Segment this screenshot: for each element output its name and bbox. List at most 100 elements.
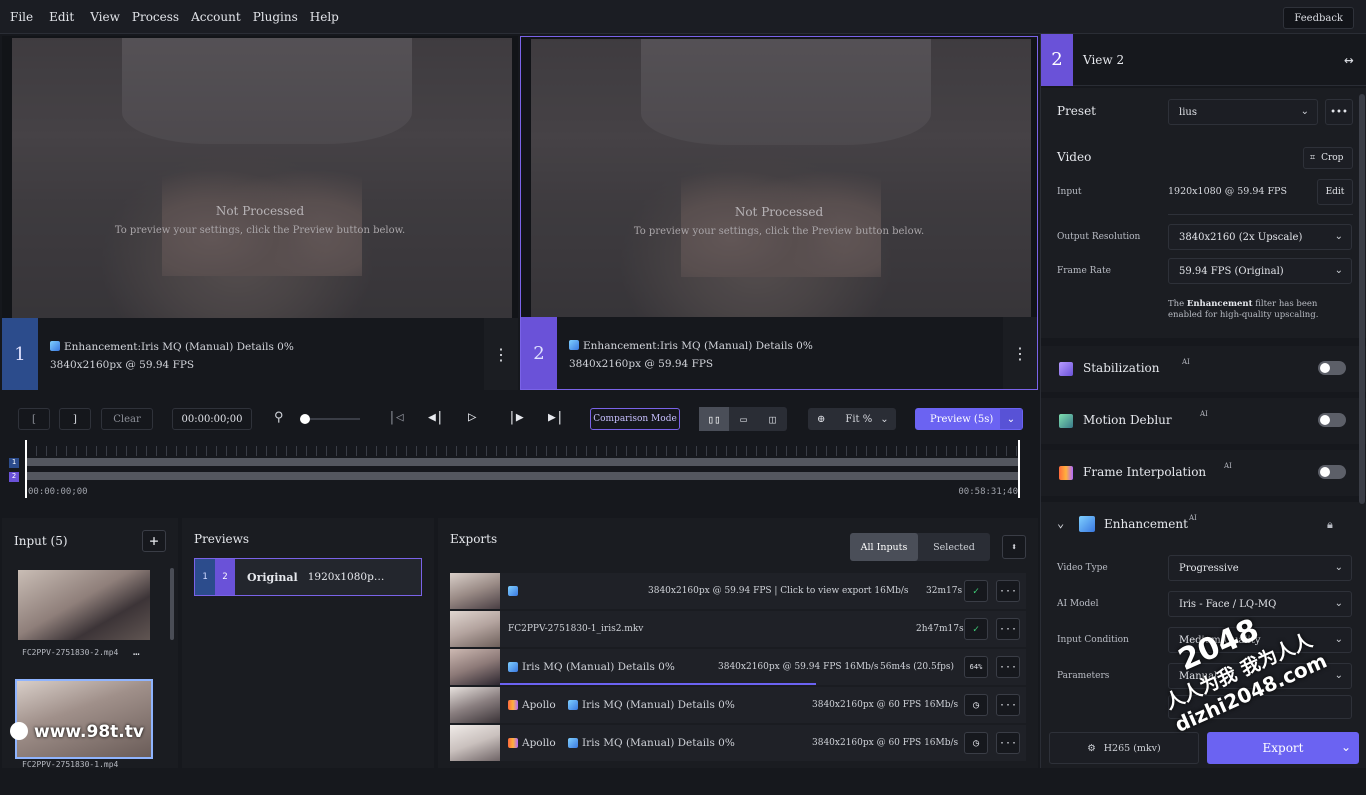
enhancement-icon [568,700,578,710]
timecode-field[interactable]: 00:00:00;00 [172,408,252,430]
input-title: Input (5) [14,534,68,548]
more-icon[interactable]: ··· [996,656,1020,678]
export-meta: 3840x2160px @ 60 FPS 16Mb/s [812,700,959,710]
export-time: 2h47m17s [916,624,964,634]
export-row[interactable]: FC2PPV-2751830-1_iris2.mkv 2h47m17s ✓ ··… [450,611,1026,647]
input-value: 1920x1080 @ 59.94 FPS [1168,186,1287,197]
preset-select[interactable]: lius ⌄ [1168,99,1318,125]
export-thumbnail [450,725,500,761]
menu-edit[interactable]: Edit [49,10,74,24]
more-icon[interactable]: ··· [996,618,1020,640]
more-icon[interactable]: ··· [996,580,1020,602]
export-row[interactable]: Iris MQ (Manual) Details 0% 3840x2160px … [450,649,1026,685]
all-inputs-tab[interactable]: All Inputs [850,533,918,561]
side-by-side-icon[interactable]: ▯▯ [699,407,729,431]
menu-plugins[interactable]: Plugins [253,10,298,24]
export-row[interactable]: Apollo Iris MQ (Manual) Details 0% 3840x… [450,687,1026,723]
track-2-badge: 2 [9,472,19,482]
done-check-icon[interactable]: ✓ [964,618,988,640]
frame-rate-select[interactable]: 59.94 FPS (Original) ⌄ [1168,258,1352,284]
zoom-slider[interactable] [300,414,360,424]
mark-out-button[interactable]: ] [59,408,91,430]
stabilization-icon [1059,362,1073,376]
stabilization-toggle[interactable] [1318,361,1346,375]
more-icon[interactable]: ··· [996,694,1020,716]
fit-zoom-select[interactable]: ⊕ Fit % ⌄ [808,408,896,430]
timeline[interactable]: 1 2 00:00:00;00 00:58:31;40 [8,440,1024,502]
menu-bar: File Edit View Process Account Plugins H… [0,0,1366,34]
more-icon[interactable]: ⋮ [484,318,518,390]
swap-icon[interactable]: ↔ [1344,50,1366,69]
previews-panel: Previews 1 2 Original 1920x1080p… [182,518,434,768]
skip-start-icon[interactable]: |◁ [388,410,404,425]
mark-in-button[interactable]: [ [18,408,50,430]
menu-file[interactable]: File [10,10,33,24]
single-view-icon[interactable]: ▭ [729,407,758,431]
preview-button[interactable]: Preview (5s) ⌄ [915,408,1023,430]
video-type-select[interactable]: Progressive ⌄ [1168,555,1352,581]
step-back-icon[interactable]: ◀| [428,410,444,425]
view-number: 2 [521,317,557,389]
comparison-mode-button[interactable]: Comparison Mode [590,408,680,430]
scrollbar[interactable] [170,568,174,640]
export-thumbnail [450,611,500,647]
more-icon[interactable]: ··· [996,732,1020,754]
step-forward-icon[interactable]: |▶ [508,410,524,425]
chevron-down-icon: ⌄ [880,413,889,425]
done-check-icon[interactable]: ✓ [964,580,988,602]
not-processed-label: Not Processed [734,205,824,219]
frame-interpolation-label: Frame Interpolation [1083,465,1207,479]
menu-help[interactable]: Help [310,10,339,24]
zoom-icon[interactable]: ⚲ [274,410,284,425]
output-resolution-select[interactable]: 3840x2160 (2x Upscale) ⌄ [1168,224,1352,250]
clear-button[interactable]: Clear [101,408,153,430]
filter-label: Enhancement:Iris MQ (Manual) Details 0% [583,340,813,352]
selected-tab[interactable]: Selected [918,533,990,561]
chevron-down-icon[interactable]: ⌄ [1000,409,1022,429]
input-thumbnail-selected[interactable] [15,679,153,759]
track-1[interactable] [26,458,1020,466]
codec-button[interactable]: ⚙ H265 (mkv) [1049,732,1199,764]
view-1[interactable]: Not Processed To preview your settings, … [2,36,518,390]
export-row[interactable]: 3840x2160px @ 59.94 FPS | Click to view … [450,573,1026,609]
enhancement-icon [50,341,60,351]
chevron-down-icon: ⌄ [1300,106,1309,117]
chevron-down-icon[interactable]: ⌄ [1341,740,1351,754]
motion-deblur-toggle[interactable] [1318,413,1346,427]
preview-item-label: Original [247,570,298,584]
previews-title: Previews [194,532,250,546]
preview-item[interactable]: 1 2 Original 1920x1080p… [194,558,422,596]
sort-icon[interactable]: ⬍ [1002,535,1026,559]
crop-button[interactable]: ⌗ Crop [1303,147,1353,169]
apollo-icon [508,738,518,748]
view-2[interactable]: Not Processed To preview your settings, … [520,36,1038,390]
input-thumbnail[interactable] [18,570,150,640]
menu-process[interactable]: Process [132,10,179,24]
chevron-down-icon[interactable]: ⌄ [1057,516,1064,530]
preset-more-button[interactable]: ••• [1325,99,1353,125]
export-filename: FC2PPV-2751830-1_iris2.mkv [508,624,644,634]
track-2[interactable] [26,472,1020,480]
view-2-badge: 2 [215,559,235,595]
ai-badge: AI [1182,358,1190,366]
menu-account[interactable]: Account [191,10,241,24]
playhead[interactable] [25,440,27,498]
play-icon[interactable]: ▷ [468,409,476,425]
timeline-end-marker[interactable] [1018,440,1020,498]
gear-icon: ⚙ [1087,742,1096,754]
split-view-icon[interactable]: ◫ [758,407,787,431]
motion-deblur-icon [1059,414,1073,428]
more-icon[interactable]: … [133,645,140,658]
panel-scrollbar[interactable] [1359,94,1365,504]
menu-view[interactable]: View [90,10,120,24]
more-icon[interactable]: ⋮ [1003,317,1037,389]
timeline-ruler [26,446,1020,456]
skip-end-icon[interactable]: ▶| [548,410,564,425]
edit-button[interactable]: Edit [1317,179,1353,205]
export-row[interactable]: Apollo Iris MQ (Manual) Details 0% 3840x… [450,725,1026,761]
add-input-button[interactable]: + [142,530,166,552]
frame-interpolation-toggle[interactable] [1318,465,1346,479]
ai-model-label: AI Model [1057,599,1099,609]
parameters-label: Parameters [1057,671,1110,681]
feedback-button[interactable]: Feedback [1283,7,1354,29]
